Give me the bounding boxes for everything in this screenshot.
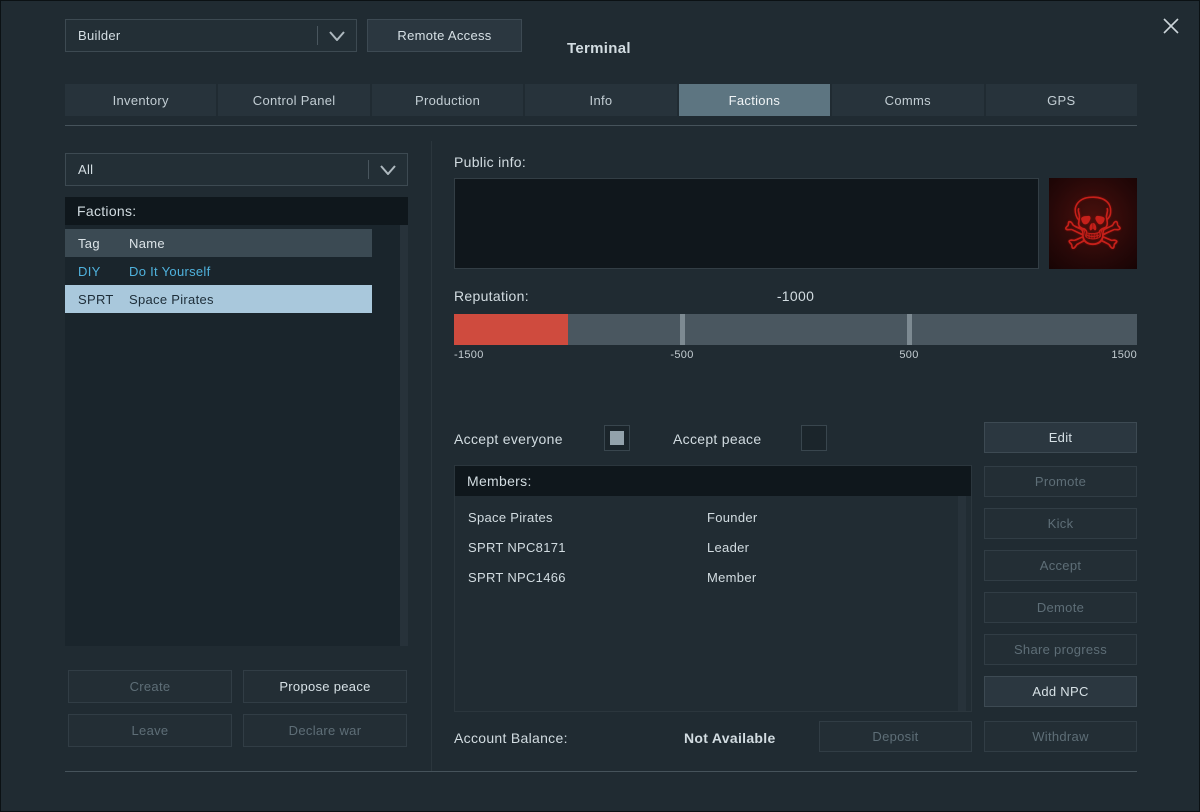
- member-name: Space Pirates: [468, 509, 553, 525]
- factions-list-title: Factions:: [65, 197, 408, 225]
- declare-war-button[interactable]: Declare war: [243, 714, 407, 747]
- edit-button[interactable]: Edit: [984, 422, 1137, 453]
- add-npc-button[interactable]: Add NPC: [984, 676, 1137, 707]
- leave-button[interactable]: Leave: [68, 714, 232, 747]
- tab-info[interactable]: Info: [525, 84, 677, 116]
- remote-access-button[interactable]: Remote Access: [367, 19, 522, 52]
- accept-button[interactable]: Accept: [984, 550, 1137, 581]
- accept-everyone-checkbox[interactable]: [604, 425, 630, 451]
- reputation-tick-plus500: [907, 314, 912, 345]
- create-button[interactable]: Create: [68, 670, 232, 703]
- faction-filter-value: All: [78, 162, 94, 177]
- tab-comms[interactable]: Comms: [832, 84, 984, 116]
- member-row[interactable]: SPRT NPC1466 Member: [455, 562, 971, 592]
- close-icon[interactable]: [1157, 12, 1185, 40]
- deposit-button[interactable]: Deposit: [819, 721, 972, 752]
- scale-label-min: -1500: [454, 349, 484, 361]
- column-header-tag: Tag: [78, 235, 100, 251]
- tab-bar: Inventory Control Panel Production Info …: [65, 84, 1137, 116]
- tab-production[interactable]: Production: [371, 84, 524, 116]
- faction-tag: DIY: [78, 263, 101, 279]
- window-title: Terminal: [567, 40, 631, 57]
- reputation-value: -1000: [776, 288, 815, 304]
- tab-inventory[interactable]: Inventory: [65, 84, 217, 116]
- members-scrollbar[interactable]: [958, 496, 966, 711]
- factions-list: Tag Name DIY Do It Yourself SPRT Space P…: [65, 225, 408, 646]
- terminal-window: Builder Remote Access Terminal Inventory…: [0, 0, 1200, 812]
- promote-button[interactable]: Promote: [984, 466, 1137, 497]
- faction-row-sprt[interactable]: SPRT Space Pirates: [65, 285, 372, 313]
- accept-peace-checkbox[interactable]: [801, 425, 827, 451]
- grid-selector-value: Builder: [78, 28, 121, 43]
- accept-everyone-label: Accept everyone: [454, 431, 563, 447]
- member-name: SPRT NPC1466: [468, 569, 566, 585]
- faction-name: Do It Yourself: [129, 263, 211, 279]
- column-header-name: Name: [129, 235, 165, 251]
- member-name: SPRT NPC8171: [468, 539, 566, 555]
- scale-label-midhigh: 500: [899, 349, 919, 361]
- share-progress-button[interactable]: Share progress: [984, 634, 1137, 665]
- faction-icon: ☠: [1049, 178, 1137, 269]
- panel-divider: [431, 141, 432, 771]
- members-panel: Members: Space Pirates Founder SPRT NPC8…: [454, 465, 972, 712]
- faction-row-diy[interactable]: DIY Do It Yourself: [65, 257, 372, 285]
- member-row[interactable]: SPRT NPC8171 Leader: [455, 532, 971, 562]
- top-divider: [65, 125, 1137, 126]
- reputation-bar: [454, 314, 1137, 345]
- reputation-fill: [454, 314, 568, 345]
- scale-label-max: 1500: [1111, 349, 1137, 361]
- chevron-down-icon: [318, 30, 356, 41]
- accept-peace-label: Accept peace: [673, 431, 762, 447]
- demote-button[interactable]: Demote: [984, 592, 1137, 623]
- skull-crossbones-icon: ☠: [1060, 181, 1126, 266]
- members-title: Members:: [455, 466, 971, 496]
- factions-list-scrollbar[interactable]: [400, 225, 408, 646]
- account-balance-label: Account Balance:: [454, 730, 568, 746]
- public-info-label: Public info:: [454, 154, 527, 170]
- bottom-divider: [65, 771, 1137, 772]
- member-role: Leader: [707, 539, 750, 555]
- grid-selector-dropdown[interactable]: Builder: [65, 19, 357, 52]
- faction-tag: SPRT: [78, 291, 114, 307]
- factions-list-header: Tag Name: [65, 229, 372, 257]
- withdraw-button[interactable]: Withdraw: [984, 721, 1137, 752]
- propose-peace-button[interactable]: Propose peace: [243, 670, 407, 703]
- chevron-down-icon: [369, 164, 407, 175]
- reputation-tick-minus500: [680, 314, 685, 345]
- public-info-textarea[interactable]: [454, 178, 1039, 269]
- checkbox-check-mark: [610, 431, 624, 445]
- scale-label-midlow: -500: [670, 349, 694, 361]
- faction-filter-dropdown[interactable]: All: [65, 153, 408, 186]
- faction-name: Space Pirates: [129, 291, 214, 307]
- tab-control-panel[interactable]: Control Panel: [218, 84, 370, 116]
- member-row[interactable]: Space Pirates Founder: [455, 502, 971, 532]
- kick-button[interactable]: Kick: [984, 508, 1137, 539]
- tab-gps[interactable]: GPS: [985, 84, 1137, 116]
- tab-factions[interactable]: Factions: [678, 84, 831, 116]
- member-role: Founder: [707, 509, 758, 525]
- member-role: Member: [707, 569, 757, 585]
- account-balance-value: Not Available: [684, 730, 776, 746]
